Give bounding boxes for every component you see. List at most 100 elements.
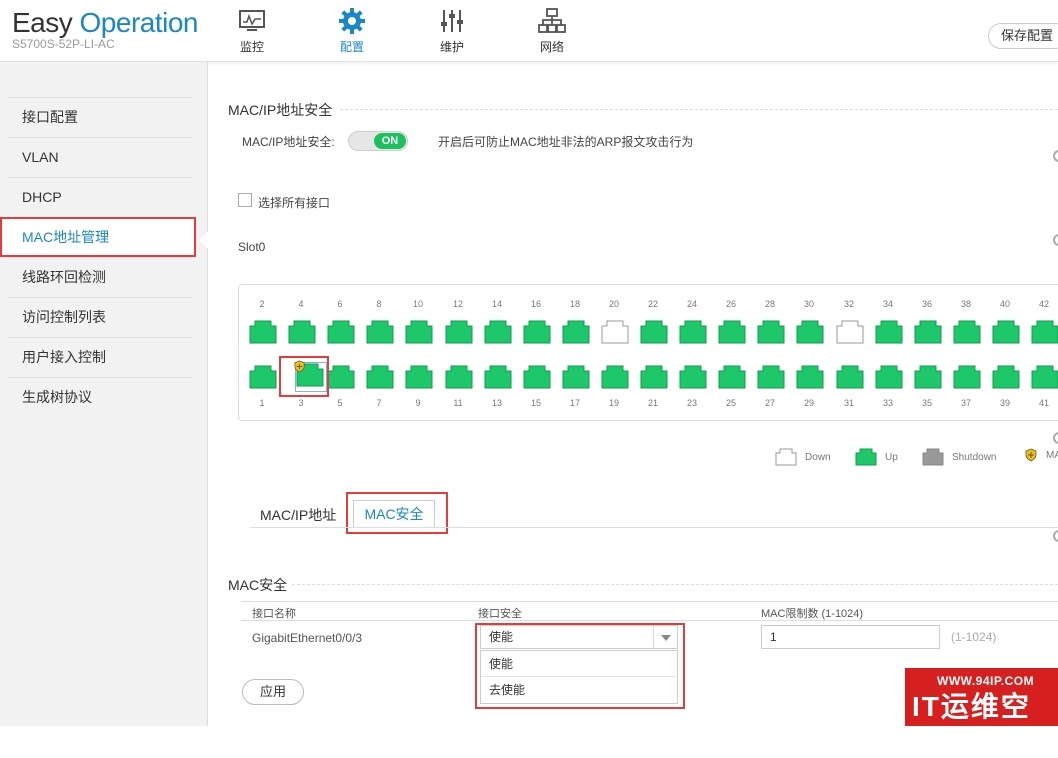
sidebar-item-vlan[interactable]: VLAN — [8, 137, 192, 177]
sidebar-item-acl[interactable]: 访问控制列表 — [8, 297, 192, 337]
port-top-36[interactable] — [914, 320, 942, 344]
port-top-10[interactable] — [405, 320, 433, 344]
port-top-28[interactable] — [757, 320, 785, 344]
port-bottom-17[interactable] — [562, 365, 590, 389]
nav-maintain[interactable]: 维护 — [422, 6, 482, 55]
port-top-20[interactable] — [601, 320, 629, 344]
sidebar-item-user-access[interactable]: 用户接入控制 — [8, 337, 192, 377]
sidebar-item-mac[interactable]: MAC地址管理 — [0, 217, 196, 257]
port-number: 16 — [530, 299, 541, 309]
sidebar-item-loopback[interactable]: 线路环回检测 — [8, 257, 192, 297]
edge-control — [1053, 150, 1058, 162]
port-bottom-9[interactable] — [405, 365, 433, 389]
port-number: 22 — [647, 299, 658, 309]
tab-mac-ip[interactable]: MAC/IP地址 — [260, 505, 336, 525]
mac-ip-security-toggle[interactable]: ON — [348, 131, 408, 151]
network-icon — [538, 6, 566, 36]
port-number: 21 — [647, 398, 658, 408]
apply-button[interactable]: 应用 — [242, 679, 304, 705]
column-mac-limit: MAC限制数 (1-1024) — [761, 608, 864, 620]
logo-title: Easy Operation — [12, 8, 199, 38]
port-bottom-15[interactable] — [523, 365, 551, 389]
port-top-12[interactable] — [445, 320, 473, 344]
port-top-38[interactable] — [953, 320, 981, 344]
port-number: 5 — [337, 398, 343, 408]
nav-config[interactable]: 配置 — [322, 6, 382, 55]
legend-down: Down — [775, 448, 831, 466]
port-bottom-29[interactable] — [796, 365, 824, 389]
edge-control — [1053, 432, 1058, 444]
logo: Easy Operation S5700S-52P-LI-AC — [12, 8, 199, 51]
watermark-title: IT运维空间 — [912, 691, 1031, 756]
port-top-2[interactable] — [249, 320, 277, 344]
port-top-14[interactable] — [484, 320, 512, 344]
mac-limit-input[interactable]: 1 — [761, 625, 940, 649]
port-top-24[interactable] — [679, 320, 707, 344]
port-number: 35 — [921, 398, 932, 408]
port-bottom-21[interactable] — [640, 365, 668, 389]
port-number: 33 — [882, 398, 893, 408]
port-number: 11 — [453, 398, 463, 408]
port-top-26[interactable] — [718, 320, 746, 344]
port-bottom-7[interactable] — [366, 365, 394, 389]
watermark-url: WWW.94IP.COM — [937, 674, 1035, 688]
port-bottom-23[interactable] — [679, 365, 707, 389]
legend-down-label: Down — [805, 451, 831, 463]
port-top-22[interactable] — [640, 320, 668, 344]
port-top-4[interactable] — [288, 320, 316, 344]
port-bottom-41[interactable] — [1031, 365, 1058, 389]
port-top-42[interactable] — [1031, 320, 1058, 344]
sidebar-item-interface[interactable]: 接口配置 — [8, 97, 192, 137]
legend-shutdown: Shutdown — [922, 448, 996, 466]
port-top-16[interactable] — [523, 320, 551, 344]
port-number: 14 — [491, 299, 502, 309]
edge-control — [1053, 530, 1058, 542]
sidebar-item-stp[interactable]: 生成树协议 — [8, 377, 192, 417]
port-bottom-35[interactable] — [914, 365, 942, 389]
edge-control — [1053, 234, 1058, 246]
port-top-32[interactable] — [836, 320, 864, 344]
port-number: 28 — [764, 299, 775, 309]
sidebar-item-dhcp[interactable]: DHCP — [8, 177, 192, 217]
mac-ip-security-title: MAC/IP地址安全 — [228, 102, 333, 118]
save-config-button[interactable]: 保存配置 — [988, 23, 1058, 49]
mac-ip-security-label: MAC/IP地址安全: — [242, 135, 335, 149]
port-number: 13 — [491, 398, 502, 408]
port-bottom-33[interactable] — [875, 365, 903, 389]
port-number: 2 — [259, 299, 265, 309]
port-bottom-11[interactable] — [445, 365, 473, 389]
port-top-8[interactable] — [366, 320, 394, 344]
table-header: 接口名称 接口安全 MAC限制数 (1-1024) — [241, 601, 1058, 621]
toggle-on-label: ON — [374, 133, 406, 149]
port-top-18[interactable] — [562, 320, 590, 344]
legend-mac-secure-label: MA — [1046, 449, 1058, 461]
port-bottom-25[interactable] — [718, 365, 746, 389]
port-bottom-39[interactable] — [992, 365, 1020, 389]
port-bottom-5[interactable] — [327, 365, 355, 389]
tabs-divider — [250, 527, 1058, 528]
port-number: 3 — [298, 398, 304, 408]
port-bottom-13[interactable] — [484, 365, 512, 389]
nav-monitor[interactable]: 监控 — [222, 6, 282, 55]
select-all-checkbox[interactable] — [238, 193, 252, 207]
port-bottom-37[interactable] — [953, 365, 981, 389]
section-divider — [340, 109, 1058, 110]
legend-mac-secure: MA — [1024, 448, 1058, 462]
gear-icon — [338, 6, 366, 36]
port-number: 20 — [608, 299, 619, 309]
port-top-30[interactable] — [796, 320, 824, 344]
port-number: 7 — [376, 398, 382, 408]
port-top-6[interactable] — [327, 320, 355, 344]
port-bottom-19[interactable] — [601, 365, 629, 389]
port-top-40[interactable] — [992, 320, 1020, 344]
port-bottom-31[interactable] — [836, 365, 864, 389]
port-bottom-1[interactable] — [249, 365, 277, 389]
port-number: 15 — [530, 398, 541, 408]
port-number: 39 — [999, 398, 1010, 408]
section-divider — [292, 584, 1058, 585]
port-number: 40 — [999, 299, 1010, 309]
port-bottom-27[interactable] — [757, 365, 785, 389]
nav-network[interactable]: 网络 — [522, 6, 582, 55]
mac-limit-hint: (1-1024) — [951, 630, 997, 644]
port-top-34[interactable] — [875, 320, 903, 344]
